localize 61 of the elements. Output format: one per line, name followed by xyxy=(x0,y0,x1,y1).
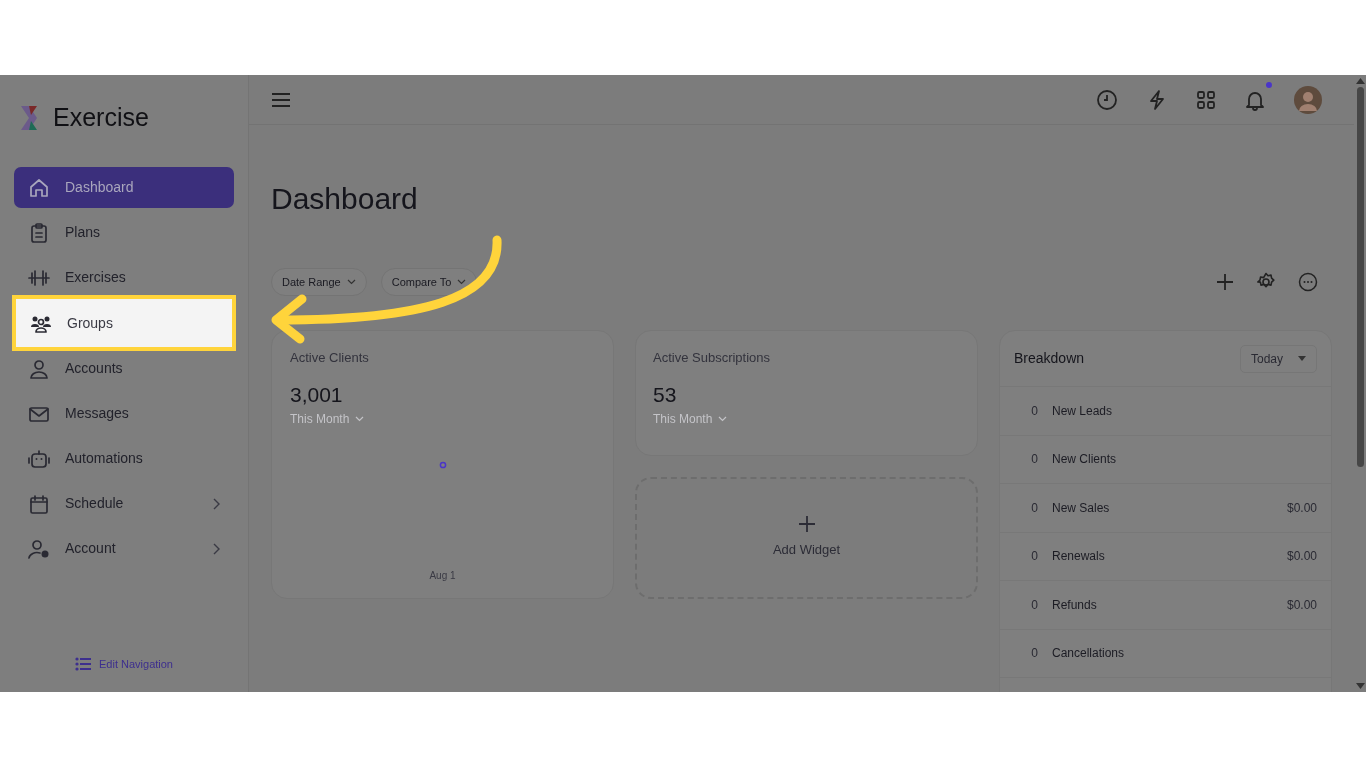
sidebar-item[interactable]: Dashboard xyxy=(14,167,234,208)
clipboard-icon xyxy=(28,221,50,244)
card-title: Active Clients xyxy=(290,349,370,364)
chevron-down-icon xyxy=(346,279,356,285)
avatar[interactable] xyxy=(1294,85,1322,114)
period-dropdown[interactable]: This Month xyxy=(290,410,365,428)
range-dropdown[interactable]: Today xyxy=(1240,344,1317,373)
filter-dropdown[interactable]: Date Range xyxy=(271,268,367,296)
count: 0 xyxy=(1030,645,1038,663)
clock-icon[interactable] xyxy=(1096,88,1118,111)
sidebar-item[interactable]: Schedule xyxy=(14,483,234,524)
axis-label: Aug 1 xyxy=(429,569,456,583)
count: 0 xyxy=(1030,548,1038,566)
row-label: New Clients xyxy=(1052,451,1118,469)
sidebar-item[interactable]: Messages xyxy=(14,393,234,434)
more-icon[interactable] xyxy=(1298,272,1318,292)
count: 0 xyxy=(1030,596,1038,614)
row-label: New Sales xyxy=(1052,499,1111,517)
chevron-down-icon xyxy=(355,416,365,422)
home-icon xyxy=(28,176,50,199)
add-icon[interactable] xyxy=(1216,273,1234,291)
chevron-down-icon xyxy=(718,416,728,422)
page-title: Dashboard xyxy=(271,181,419,217)
caret-down-icon xyxy=(1298,356,1306,361)
amount: $0.00 xyxy=(1286,548,1317,566)
person-icon xyxy=(28,357,50,380)
sidebar-item[interactable]: Exercises xyxy=(14,257,234,298)
menu-icon[interactable] xyxy=(272,92,290,107)
add-widget-button[interactable]: Add Widget xyxy=(635,477,978,599)
metric-value: 3,001 xyxy=(290,382,344,405)
edit-navigation-link[interactable]: Edit Navigation xyxy=(75,655,173,672)
card-title: Active Subscriptions xyxy=(653,349,772,364)
amount: $0.00 xyxy=(1286,499,1317,517)
scroll-up-icon[interactable] xyxy=(1355,78,1365,84)
amount: $0.00 xyxy=(1286,596,1317,614)
scroll-down-icon[interactable] xyxy=(1355,683,1365,689)
count: 0 xyxy=(1030,499,1038,517)
metric-value: 53 xyxy=(653,382,678,405)
sidebar-item[interactable]: Plans xyxy=(14,212,234,253)
calendar-icon xyxy=(28,492,50,515)
row-label: New Leads xyxy=(1052,402,1114,420)
filter-dropdown[interactable]: Compare To xyxy=(380,268,478,296)
row-label: Cancellations xyxy=(1052,645,1126,663)
robot-icon xyxy=(28,447,50,470)
scrollbar[interactable] xyxy=(1354,75,1366,692)
sidebar-item[interactable]: Account xyxy=(14,528,234,569)
row-label: Renewals xyxy=(1052,548,1106,566)
list-icon xyxy=(75,656,91,671)
sidebar-item[interactable]: Accounts xyxy=(14,348,234,389)
chevron-down-icon xyxy=(457,279,467,285)
period-dropdown[interactable]: This Month xyxy=(653,410,728,428)
row-label: Refunds xyxy=(1052,596,1098,614)
logo-text: Exercise xyxy=(53,102,149,134)
count: 0 xyxy=(1030,451,1038,469)
chart-point xyxy=(438,461,447,469)
count: 0 xyxy=(1030,402,1038,420)
breakdown-title: Breakdown xyxy=(1014,349,1085,368)
sidebar-item[interactable]: Groups xyxy=(12,295,236,351)
plus-icon xyxy=(798,516,815,533)
grid-icon[interactable] xyxy=(1196,89,1216,110)
sidebar-item[interactable]: Automations xyxy=(14,438,234,479)
